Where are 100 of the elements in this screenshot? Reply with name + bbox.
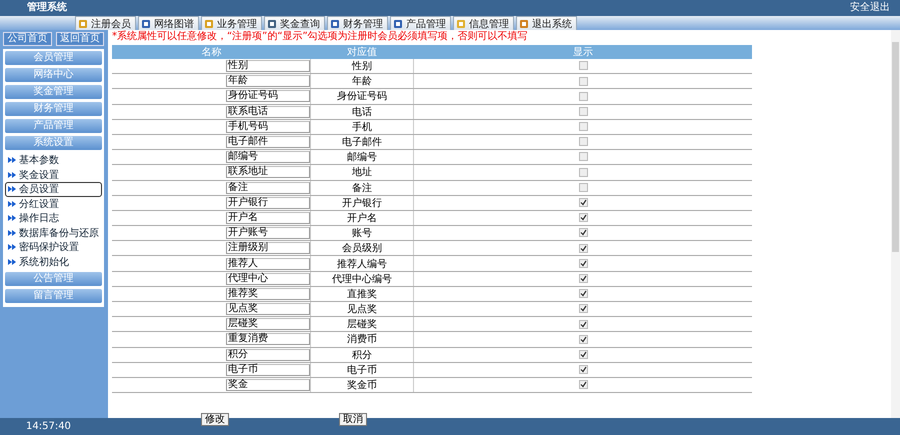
- checkbox[interactable]: [578, 228, 588, 238]
- tab-icon: [519, 18, 529, 28]
- submenu-item[interactable]: 奖金设置: [5, 168, 102, 182]
- checkbox[interactable]: [578, 106, 588, 116]
- tab-icon: [393, 18, 403, 28]
- checkbox[interactable]: [578, 168, 588, 177]
- input-field[interactable]: 联系电话: [226, 106, 310, 118]
- input-field[interactable]: 开户账号: [226, 227, 310, 240]
- checkbox[interactable]: [578, 213, 588, 222]
- double-arrow-icon: [8, 200, 16, 207]
- nav-tab[interactable]: 退出系统: [516, 16, 577, 30]
- nav-tab[interactable]: 网络图谱: [138, 16, 199, 30]
- input-field[interactable]: 开户银行: [226, 196, 310, 209]
- table-cell: 推荐人编号: [310, 256, 414, 272]
- checkbox[interactable]: [578, 92, 588, 101]
- table-cell: 会员级别: [310, 240, 414, 256]
- nav-tab[interactable]: 注册会员: [75, 16, 136, 30]
- input-field[interactable]: 推荐人: [226, 258, 310, 270]
- scrollbar[interactable]: [891, 30, 900, 418]
- input-field[interactable]: 年龄: [226, 75, 310, 88]
- checkbox[interactable]: [578, 61, 588, 70]
- form-button[interactable]: 修改: [201, 413, 229, 426]
- table-cell: 奖金币: [310, 377, 414, 393]
- checkbox[interactable]: [578, 122, 588, 132]
- home-button[interactable]: 返回首页: [56, 32, 104, 46]
- input-field[interactable]: 性别: [226, 60, 310, 72]
- double-arrow-icon: [8, 157, 16, 164]
- table-cell: 身份证号码: [310, 88, 414, 104]
- input-field[interactable]: 重复消费: [226, 333, 310, 346]
- table-cell: 性别: [310, 59, 414, 74]
- input-field[interactable]: 开户名: [226, 212, 310, 224]
- table-cell: 开户名: [310, 210, 414, 226]
- checkbox[interactable]: [578, 258, 588, 268]
- logout-link[interactable]: 安全退出: [850, 2, 890, 14]
- submenu-item[interactable]: 密码保护设置: [5, 240, 102, 254]
- checkbox[interactable]: [578, 182, 588, 192]
- submenu-item[interactable]: 操作日志: [5, 211, 102, 226]
- checkbox[interactable]: [578, 244, 588, 253]
- input-field[interactable]: 手机号码: [226, 120, 310, 133]
- nav-tab[interactable]: 产品管理: [390, 16, 451, 30]
- checkbox[interactable]: [578, 198, 588, 208]
- table-cell: 年龄: [310, 74, 414, 89]
- checkbox[interactable]: [578, 380, 588, 390]
- input-field[interactable]: 见点奖: [226, 303, 310, 316]
- checkbox[interactable]: [578, 152, 588, 162]
- submenu-item[interactable]: 分红设置: [5, 196, 102, 211]
- input-field[interactable]: 代理中心: [226, 272, 310, 285]
- nav-tab[interactable]: 业务管理: [201, 16, 262, 30]
- table-cell: 代理中心编号: [310, 271, 414, 286]
- input-field[interactable]: 电子币: [226, 364, 310, 376]
- checkbox[interactable]: [578, 304, 588, 314]
- column-header: 名称: [112, 45, 310, 59]
- checkbox[interactable]: [578, 76, 588, 86]
- table-cell: 账号: [310, 226, 414, 241]
- table-cell: 见点奖: [310, 302, 414, 317]
- nav-tab[interactable]: 信息管理: [453, 16, 514, 30]
- submenu-item[interactable]: 系统初始化: [5, 254, 102, 269]
- input-field[interactable]: 积分: [226, 348, 310, 361]
- input-field[interactable]: 注册级别: [226, 242, 310, 254]
- tab-icon: [141, 18, 151, 28]
- table-cell: 电话: [310, 104, 414, 120]
- table-cell: 电子邮件: [310, 134, 414, 150]
- table-cell: 电子币: [310, 362, 414, 378]
- input-field[interactable]: 层碰奖: [226, 318, 310, 330]
- nav-tab[interactable]: 财务管理: [327, 16, 388, 30]
- input-field[interactable]: 联系地址: [226, 166, 310, 178]
- submenu-item[interactable]: 会员设置: [5, 182, 102, 196]
- table-cell: 手机: [310, 119, 414, 134]
- double-arrow-icon: [8, 172, 16, 178]
- checkbox[interactable]: [578, 274, 588, 283]
- form-button[interactable]: 取消: [339, 413, 367, 426]
- input-field[interactable]: 备注: [226, 182, 310, 194]
- double-arrow-icon: [8, 230, 16, 236]
- window-title: 管理系统: [27, 2, 67, 14]
- home-button[interactable]: 公司首页: [3, 32, 52, 46]
- tab-icon: [330, 18, 340, 28]
- nav-tab[interactable]: 奖金查询: [264, 16, 325, 30]
- input-field[interactable]: 邮编号: [226, 151, 310, 164]
- checkbox[interactable]: [578, 320, 588, 329]
- double-arrow-icon: [8, 215, 16, 222]
- checkbox[interactable]: [578, 289, 588, 298]
- tab-icon: [204, 18, 214, 28]
- input-field[interactable]: 电子邮件: [226, 136, 310, 148]
- input-field[interactable]: 奖金: [226, 379, 310, 392]
- table-cell: 直推奖: [310, 286, 414, 302]
- table-cell: 开户银行: [310, 195, 414, 210]
- submenu-item[interactable]: 基本参数: [5, 153, 102, 168]
- table-cell: 层碰奖: [310, 316, 414, 332]
- table-cell: 邮编号: [310, 150, 414, 165]
- checkbox[interactable]: [578, 365, 588, 374]
- checkbox[interactable]: [578, 334, 588, 344]
- double-arrow-icon: [8, 244, 16, 250]
- checkbox[interactable]: [578, 137, 588, 146]
- input-field[interactable]: 身份证号码: [226, 90, 310, 102]
- input-field[interactable]: 推荐奖: [226, 288, 310, 300]
- tab-icon: [456, 18, 466, 28]
- tab-icon: [78, 18, 88, 28]
- checkbox[interactable]: [578, 350, 588, 359]
- submenu-item[interactable]: 数据库备份与还原: [5, 226, 102, 240]
- double-arrow-icon: [8, 258, 16, 265]
